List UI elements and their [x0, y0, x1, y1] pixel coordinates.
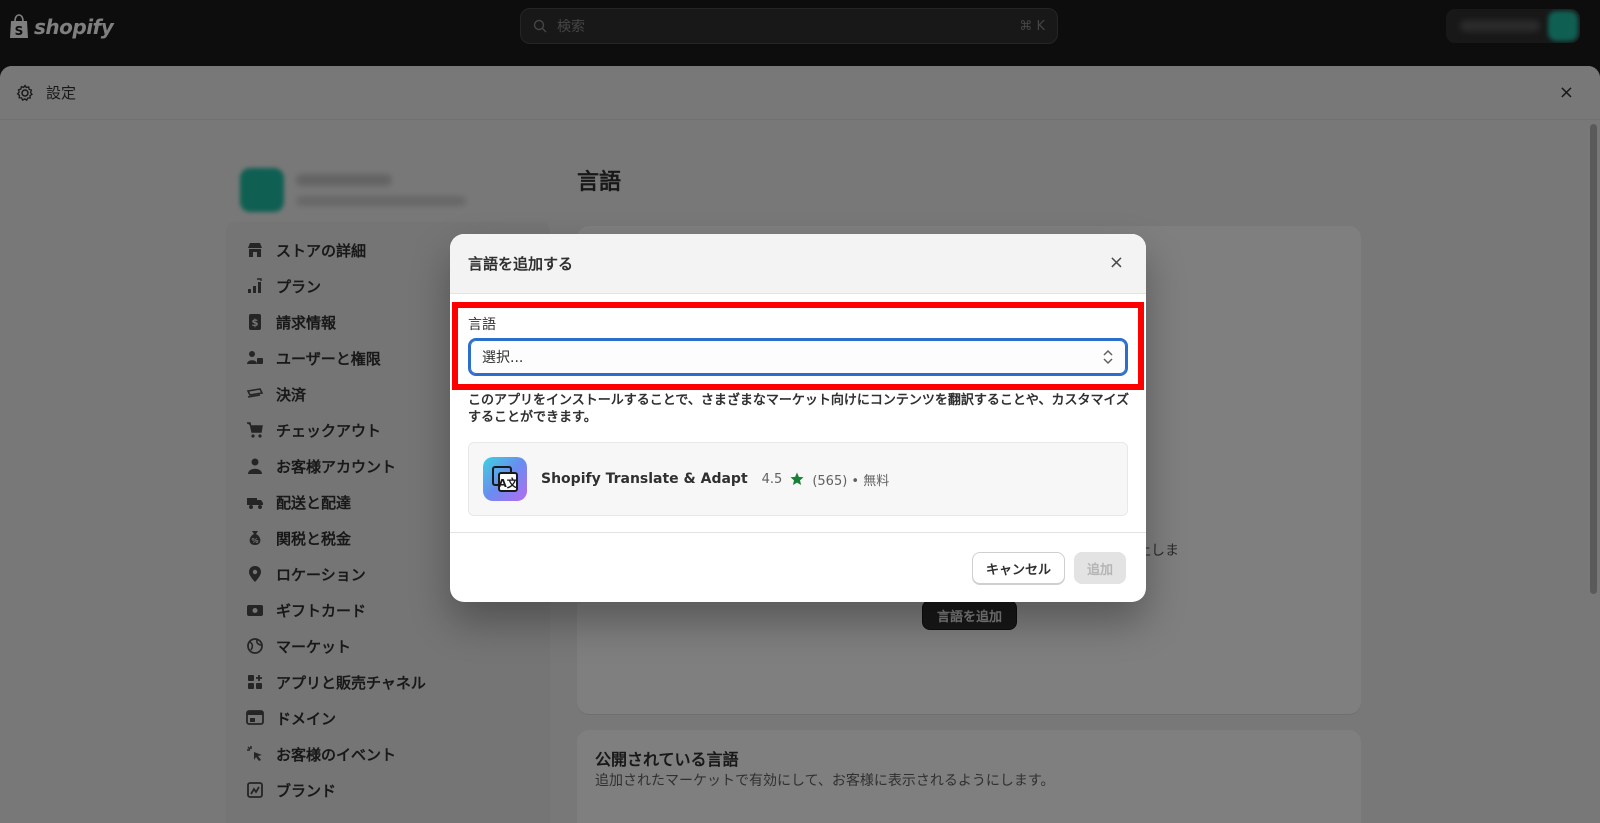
svg-text:A文: A文	[498, 476, 519, 490]
modal-header: 言語を追加する	[450, 234, 1146, 294]
cancel-button[interactable]: キャンセル	[972, 552, 1066, 584]
modal-title: 言語を追加する	[468, 255, 574, 273]
select-chevrons-icon	[1103, 349, 1113, 365]
language-select-value: 選択...	[482, 350, 524, 366]
app-name: Shopify Translate & Adapt	[541, 471, 748, 487]
language-field-label: 言語	[468, 317, 496, 333]
language-select[interactable]: 選択...	[468, 338, 1128, 376]
app-reviews-price: (565) • 無料	[812, 473, 890, 489]
add-language-modal: 言語を追加する × 言語 選択... このアプリをインストールすることで、さまざ…	[450, 234, 1146, 602]
add-button-disabled[interactable]: 追加	[1074, 552, 1127, 584]
star-icon	[790, 472, 804, 485]
translate-app-card[interactable]: A文 Shopify Translate & Adapt 4.5 (565) •…	[468, 442, 1128, 516]
modal-close-icon[interactable]: ×	[1109, 252, 1124, 273]
app-rating: 4.5	[761, 471, 783, 487]
translate-glyph-icon: A文	[492, 466, 519, 492]
modal-footer-divider	[450, 532, 1146, 533]
translate-app-icon: A文	[483, 457, 527, 501]
app-help-text: このアプリをインストールすることで、さまざまなマーケット向けにコンテンツを翻訳す…	[468, 393, 1130, 425]
